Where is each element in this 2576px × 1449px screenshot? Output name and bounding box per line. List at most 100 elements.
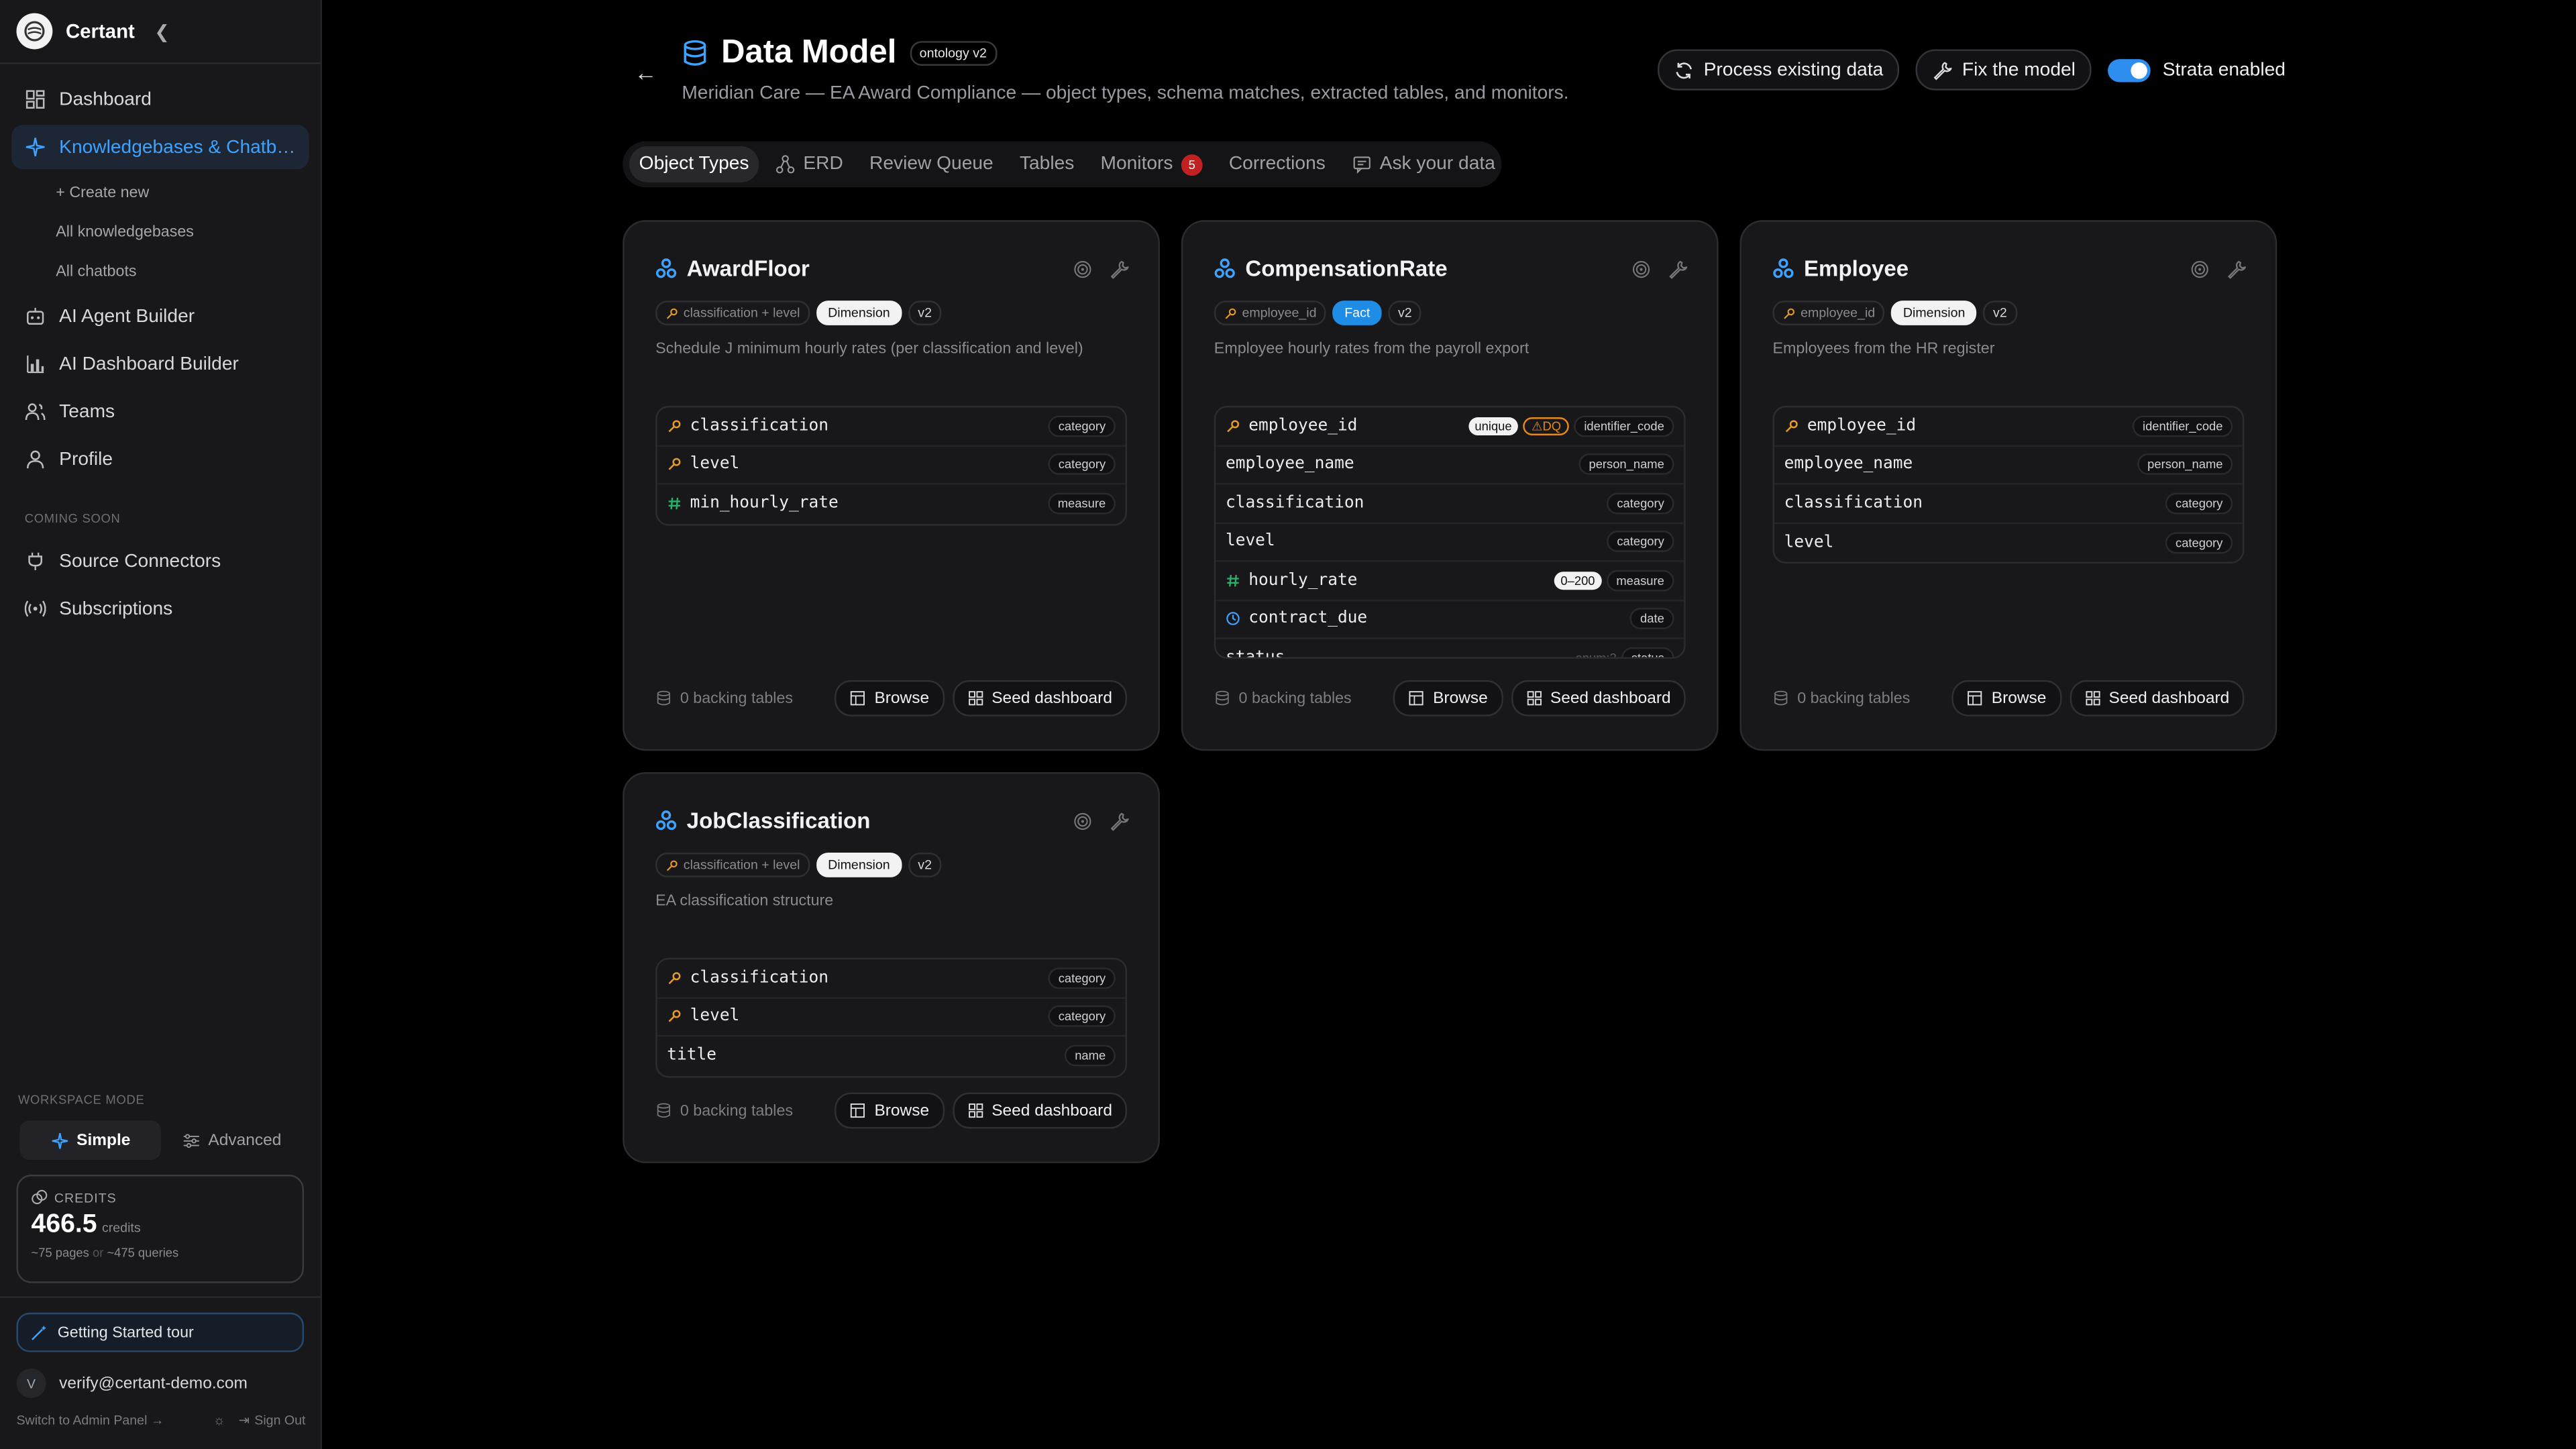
field-row[interactable]: employee_name person_name (1774, 446, 2243, 485)
field-row[interactable]: contract_due date (1216, 600, 1684, 639)
object-type-card[interactable]: Employee employee_id Dimension v2 Employ… (1739, 220, 2277, 751)
field-name: classification (1784, 494, 1923, 513)
tab-erd[interactable]: ERD (765, 146, 853, 182)
sidebar-item-dashboard[interactable]: Dashboard (11, 77, 309, 121)
chat-icon (1353, 156, 1371, 174)
field-row[interactable]: classification category (657, 959, 1126, 998)
semantic-type-tag: category (1048, 1006, 1116, 1028)
field-row[interactable]: employee_id unique ⚠DQ identifier_code (1216, 407, 1684, 446)
brand-logo[interactable] (16, 13, 53, 50)
object-type-name[interactable]: Employee (1804, 256, 1909, 281)
object-type-name[interactable]: AwardFloor (687, 256, 810, 281)
sidebar-subitem-create-new[interactable]: + Create new (0, 172, 321, 212)
fingerprint-icon[interactable] (1073, 812, 1092, 831)
sidebar-item-ai-dashboard-builder[interactable]: AI Dashboard Builder (11, 341, 309, 386)
field-row[interactable]: level category (1774, 523, 2243, 562)
monitors-count-badge: 5 (1181, 153, 1203, 175)
semantic-type-tag: person_name (2137, 453, 2233, 476)
semantic-type-tag: category (1607, 492, 1674, 514)
sidebar-subitem-all-knowledgebases[interactable]: All knowledgebases (0, 212, 321, 252)
object-type-icon (1214, 258, 1235, 278)
field-row[interactable]: classification category (1216, 484, 1684, 524)
edit-wrench-icon[interactable] (2226, 260, 2246, 279)
field-name: classification (1225, 494, 1364, 513)
fix-the-model-button[interactable]: Fix the model (1916, 49, 2092, 91)
object-type-name[interactable]: JobClassification (687, 808, 871, 833)
edit-wrench-icon[interactable] (1109, 812, 1129, 831)
field-row[interactable]: classification category (657, 407, 1126, 446)
dq-warning-tag[interactable]: ⚠DQ (1523, 417, 1570, 435)
seed-dashboard-button[interactable]: Seed dashboard (1511, 680, 1686, 716)
sidebar-subitem-all-chatbots[interactable]: All chatbots (0, 252, 321, 291)
field-row[interactable]: employee_name person_name (1216, 446, 1684, 485)
object-type-name[interactable]: CompensationRate (1245, 256, 1447, 281)
strata-toggle[interactable] (2108, 58, 2151, 82)
seed-dashboard-button[interactable]: Seed dashboard (2069, 680, 2245, 716)
user-account[interactable]: V verify@certant-demo.com (16, 1368, 248, 1399)
sidebar-item-teams[interactable]: Teams (11, 389, 309, 433)
getting-started-tour-button[interactable]: Getting Started tour (16, 1312, 305, 1352)
browse-button[interactable]: Browse (835, 680, 945, 716)
tab-tables[interactable]: Tables (1010, 146, 1084, 182)
object-type-card[interactable]: CompensationRate employee_id Fact v2 Emp… (1181, 220, 1719, 751)
brand-header: Certant ❮ (0, 0, 321, 64)
warning-icon: ⚠ (1532, 418, 1543, 433)
back-arrow-icon[interactable]: ← (634, 59, 657, 85)
object-type-card[interactable]: JobClassification classification + level… (623, 772, 1160, 1163)
field-list: employee_id identifier_code employee_name p… (1772, 405, 2245, 564)
field-name: employee_name (1225, 455, 1354, 474)
sidebar-nav: Dashboard Knowledgebases & Chatb… + Crea… (0, 64, 321, 631)
theme-toggle-icon[interactable]: ☼ (213, 1413, 225, 1428)
workspace-mode-switch: Simple Advanced (19, 1120, 302, 1160)
card-header: Employee (1772, 256, 1909, 281)
mode-simple-label: Simple (76, 1131, 131, 1150)
collapse-sidebar-icon[interactable]: ❮ (154, 21, 170, 42)
credits-panel: CREDITS 466.5 credits ~75 pages or ~475 q… (16, 1175, 305, 1283)
field-row[interactable]: classification category (1774, 484, 2243, 524)
edit-wrench-icon[interactable] (1668, 260, 1688, 279)
sign-out-link[interactable]: Sign Out (254, 1413, 305, 1428)
field-row[interactable]: level category (657, 998, 1126, 1037)
table-icon (1968, 691, 1982, 706)
sidebar-item-label: AI Agent Builder (59, 306, 195, 327)
admin-panel-link[interactable]: Switch to Admin Panel → (16, 1413, 164, 1428)
tab-ask-your-data[interactable]: Ask your data (1342, 146, 1505, 182)
field-row[interactable]: status enum:2 status (1216, 639, 1684, 659)
field-row[interactable]: title name (657, 1036, 1126, 1075)
browse-button[interactable]: Browse (1393, 680, 1503, 716)
object-type-card[interactable]: AwardFloor classification + level Dimens… (623, 220, 1160, 751)
tab-object-types[interactable]: Object Types (629, 146, 759, 182)
fingerprint-icon[interactable] (2190, 260, 2210, 279)
field-row[interactable]: level category (657, 446, 1126, 485)
card-header: CompensationRate (1214, 256, 1448, 281)
mode-simple-button[interactable]: Simple (19, 1120, 162, 1160)
browse-button[interactable]: Browse (1951, 680, 2061, 716)
sidebar-item-subscriptions[interactable]: Subscriptions (11, 586, 309, 631)
object-type-description: Employees from the HR register (1772, 339, 1995, 358)
field-name: classification (690, 417, 829, 435)
seed-dashboard-button[interactable]: Seed dashboard (952, 1092, 1128, 1129)
sidebar-item-ai-agent-builder[interactable]: AI Agent Builder (11, 294, 309, 338)
field-row[interactable]: employee_id identifier_code (1774, 407, 2243, 446)
seed-dashboard-button[interactable]: Seed dashboard (952, 680, 1128, 716)
edit-wrench-icon[interactable] (1109, 260, 1129, 279)
enum-tag: enum:2 (1575, 651, 1617, 659)
semantic-type-tag: status (1621, 647, 1674, 657)
version-pill: v2 (908, 853, 942, 877)
sidebar-item-knowledgebases[interactable]: Knowledgebases & Chatb… (11, 125, 309, 170)
object-type-description: Schedule J minimum hourly rates (per cla… (655, 339, 1083, 358)
mode-advanced-button[interactable]: Advanced (161, 1120, 303, 1160)
fingerprint-icon[interactable] (1631, 260, 1651, 279)
browse-button[interactable]: Browse (835, 1092, 945, 1129)
fingerprint-icon[interactable] (1073, 260, 1092, 279)
tab-review-queue[interactable]: Review Queue (859, 146, 1003, 182)
tab-corrections[interactable]: Corrections (1219, 146, 1335, 182)
robot-icon (27, 307, 44, 325)
sidebar-item-profile[interactable]: Profile (11, 437, 309, 481)
tab-monitors[interactable]: Monitors 5 (1091, 146, 1212, 182)
field-row[interactable]: min_hourly_rate measure (657, 484, 1126, 523)
process-existing-data-button[interactable]: Process existing data (1658, 49, 1900, 91)
field-row[interactable]: level category (1216, 523, 1684, 562)
field-row[interactable]: hourly_rate 0–200 measure (1216, 562, 1684, 601)
sidebar-item-source-connectors[interactable]: Source Connectors (11, 539, 309, 583)
